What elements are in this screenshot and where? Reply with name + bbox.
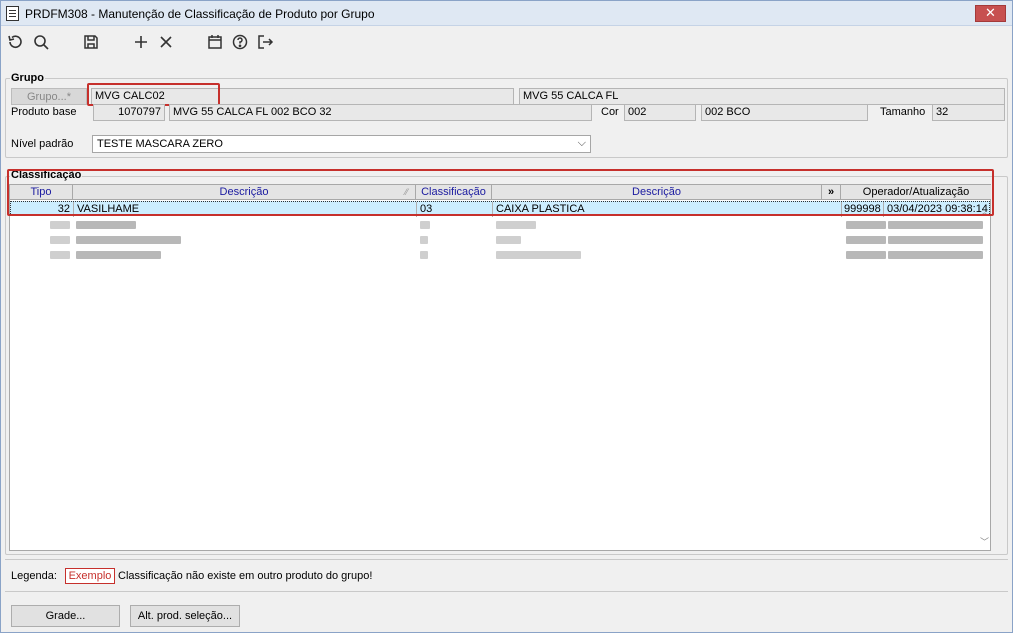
scroll-down-icon[interactable]: ﹀ <box>980 535 989 548</box>
alt-prod-selecao-button[interactable]: Alt. prod. seleção... <box>130 605 240 627</box>
toolbar <box>1 27 1012 57</box>
table-row[interactable] <box>10 218 990 233</box>
classificacao-highlight <box>7 169 994 216</box>
title-bar: PRDFM308 - Manutenção de Classificação d… <box>1 1 1012 26</box>
produto-base-label: Produto base <box>11 106 77 118</box>
cor-desc-field: 002 BCO <box>701 104 868 121</box>
save-icon[interactable] <box>81 32 101 52</box>
cor-label: Cor <box>601 106 619 118</box>
divider <box>5 559 1008 560</box>
grupo-highlight <box>87 83 220 106</box>
add-icon[interactable] <box>131 32 151 52</box>
delete-icon[interactable] <box>156 32 176 52</box>
grupo-button[interactable]: Grupo...* <box>11 88 87 105</box>
produto-desc-field: MVG 55 CALCA FL 002 BCO 32 <box>169 104 592 121</box>
grupo-section-label: Grupo <box>10 72 45 84</box>
close-button[interactable]: ✕ <box>975 5 1006 22</box>
nivel-padrao-label: Nível padrão <box>11 138 74 150</box>
grade-button[interactable]: Grade... <box>11 605 120 627</box>
grupo-desc-field: MVG 55 CALCA FL <box>519 88 1005 105</box>
undo-icon[interactable] <box>5 32 25 52</box>
classificacao-grid: Tipo Descrição ⁄⁄ Classificação Descriçã… <box>9 184 991 551</box>
legend-example: Exemplo <box>65 568 115 584</box>
cor-code-field[interactable]: 002 <box>624 104 696 121</box>
help-icon[interactable] <box>230 32 250 52</box>
legend-text: Classificação não existe em outro produt… <box>118 570 373 582</box>
search-icon[interactable] <box>31 32 51 52</box>
table-row[interactable] <box>10 248 990 263</box>
window-title: PRDFM308 - Manutenção de Classificação d… <box>25 7 375 21</box>
nivel-padrao-value: TESTE MASCARA ZERO <box>97 138 223 150</box>
tamanho-label: Tamanho <box>880 106 926 118</box>
exit-icon[interactable] <box>255 32 275 52</box>
document-icon <box>6 6 19 21</box>
table-row[interactable] <box>10 233 990 248</box>
calendar-icon[interactable] <box>205 32 225 52</box>
nivel-padrao-select[interactable]: TESTE MASCARA ZERO ⌵ <box>92 135 591 153</box>
chevron-down-icon: ⌵ <box>577 137 586 149</box>
produto-code-field[interactable]: 1070797 <box>93 104 165 121</box>
main-window: PRDFM308 - Manutenção de Classificação d… <box>0 0 1013 633</box>
legend-label: Legenda: <box>11 570 57 582</box>
divider <box>5 591 1008 592</box>
tamanho-field[interactable]: 32 <box>932 104 1005 121</box>
